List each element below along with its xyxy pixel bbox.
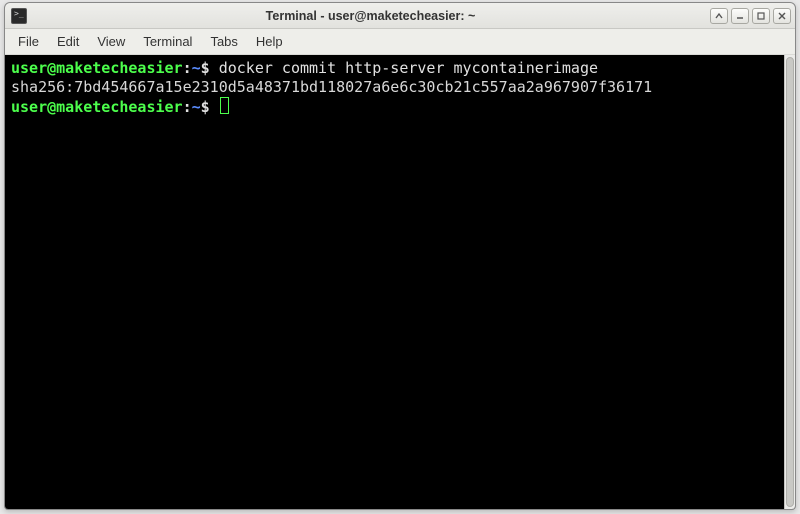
window-maximize-button[interactable] [752,8,770,24]
terminal-cursor [220,97,229,114]
prompt-path: ~ [192,59,201,77]
window-close-button[interactable] [773,8,791,24]
window-shade-button[interactable] [710,8,728,24]
prompt-path: ~ [192,98,201,116]
prompt-suffix: $ [201,59,219,77]
terminal-prompt-line: user@maketecheasier:~$ [11,97,778,117]
menu-tabs[interactable]: Tabs [201,29,246,54]
terminal-app-icon [11,8,27,24]
menu-edit[interactable]: Edit [48,29,88,54]
terminal-area: user@maketecheasier:~$ docker commit htt… [5,55,795,509]
menu-help[interactable]: Help [247,29,292,54]
menu-view[interactable]: View [88,29,134,54]
menubar: File Edit View Terminal Tabs Help [5,29,795,55]
prompt-separator: : [183,98,192,116]
output-text: sha256:7bd454667a15e2310d5a48371bd118027… [11,78,652,96]
terminal-output[interactable]: user@maketecheasier:~$ docker commit htt… [5,55,784,509]
scrollbar[interactable] [784,55,795,509]
window-minimize-button[interactable] [731,8,749,24]
titlebar[interactable]: Terminal - user@maketecheasier: ~ [5,3,795,29]
terminal-window: Terminal - user@maketecheasier: ~ File E… [4,2,796,510]
prompt-suffix: $ [201,98,219,116]
window-controls [710,8,791,24]
scrollbar-thumb[interactable] [786,57,794,507]
menu-terminal[interactable]: Terminal [134,29,201,54]
menu-file[interactable]: File [9,29,48,54]
terminal-prompt-line: user@maketecheasier:~$ docker commit htt… [11,59,778,78]
prompt-separator: : [183,59,192,77]
prompt-user-host: user@maketecheasier [11,59,183,77]
prompt-command: docker commit http-server mycontainerima… [219,59,598,77]
window-title: Terminal - user@maketecheasier: ~ [31,9,710,23]
terminal-output-line: sha256:7bd454667a15e2310d5a48371bd118027… [11,78,778,97]
prompt-user-host: user@maketecheasier [11,98,183,116]
